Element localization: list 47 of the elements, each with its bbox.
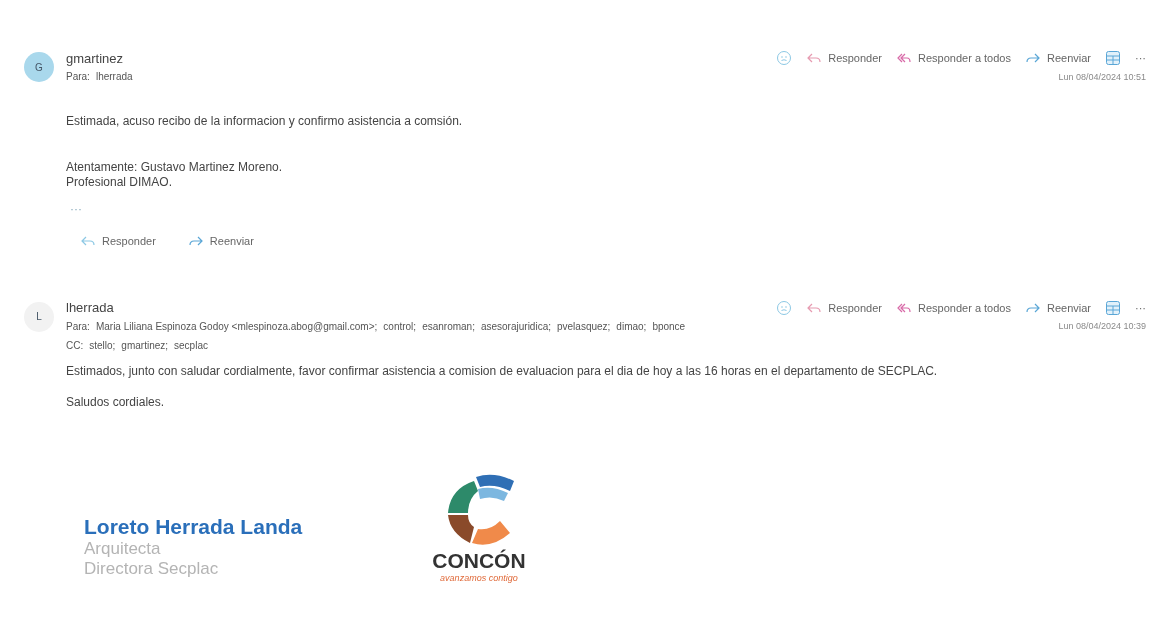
reply-icon (806, 51, 823, 65)
signature-line: Directora Secplac (84, 558, 220, 579)
cc-label: CC: (66, 339, 84, 351)
to-label: Para: (66, 320, 90, 332)
smiley-icon[interactable] (776, 50, 793, 66)
recipient[interactable]: stello; (89, 339, 116, 351)
forward-button[interactable]: Reenviar (1024, 300, 1091, 315)
logo-tagline: avanzamos contigo (440, 572, 518, 583)
message-text: Estimada, acuso recibo de la informacion y confirmo asistencia a comsión. (66, 114, 464, 130)
recipient[interactable]: Maria Liliana Espinoza Godoy <mlespinoza.abog@gmail.com>; (95, 320, 378, 332)
recipient[interactable]: secplac (174, 339, 208, 351)
message-date: Lun 08/04/2024 10:51 (1058, 71, 1146, 82)
forward-button[interactable]: Reenviar (187, 233, 254, 248)
forward-icon (1024, 51, 1041, 65)
more-button[interactable]: ··· (1135, 52, 1146, 64)
reply-button[interactable]: Responder (806, 51, 882, 65)
avatar: L (24, 301, 54, 332)
recipient[interactable]: bponce (652, 320, 686, 332)
recipient[interactable]: gmartinez; (121, 339, 169, 351)
recipient[interactable]: pvelasquez; (557, 320, 611, 332)
reply-button[interactable]: Responder (80, 233, 156, 248)
message-text: Estimados, junto con saludar cordialmente, favor confirmar asistencia a comision de evaluacion para el dia de hoy a las 16 horas en el departamento de SECPLAC. (66, 363, 939, 380)
reply-button[interactable]: Responder (806, 300, 882, 315)
more-button[interactable]: ··· (1135, 301, 1146, 314)
sender-name: lherrada (66, 300, 114, 316)
logo-text: CONCÓN (432, 548, 526, 573)
recipient[interactable]: control; (383, 320, 417, 332)
to-label: Para: (66, 71, 90, 82)
signature-line: Arquitecta (84, 538, 162, 559)
table-icon[interactable] (1105, 50, 1121, 66)
message-text: Saludos cordiales. (66, 395, 166, 411)
reply-all-button[interactable]: Responder a todos (896, 300, 1011, 315)
signature-name: Loreto Herrada Landa (84, 514, 303, 539)
sender-name: gmartinez (66, 50, 124, 66)
avatar: G (24, 52, 54, 82)
recipient[interactable]: dimao; (616, 320, 647, 332)
smiley-icon[interactable] (776, 299, 793, 316)
message-date: Lun 08/04/2024 10:39 (1058, 321, 1146, 332)
closing-text: Profesional DIMAO. (66, 174, 174, 190)
forward-button[interactable]: Reenviar (1024, 51, 1091, 65)
recipient[interactable]: lherrada (95, 71, 133, 82)
reply-all-icon (896, 51, 912, 65)
closing-text: Atentamente: Gustavo Martinez Moreno. (66, 159, 284, 175)
table-icon[interactable] (1105, 299, 1121, 316)
recipient[interactable]: esanroman; (422, 320, 475, 332)
recipient[interactable]: asesorajuridica; (480, 320, 551, 332)
reply-all-button[interactable]: Responder a todos (896, 51, 1011, 65)
